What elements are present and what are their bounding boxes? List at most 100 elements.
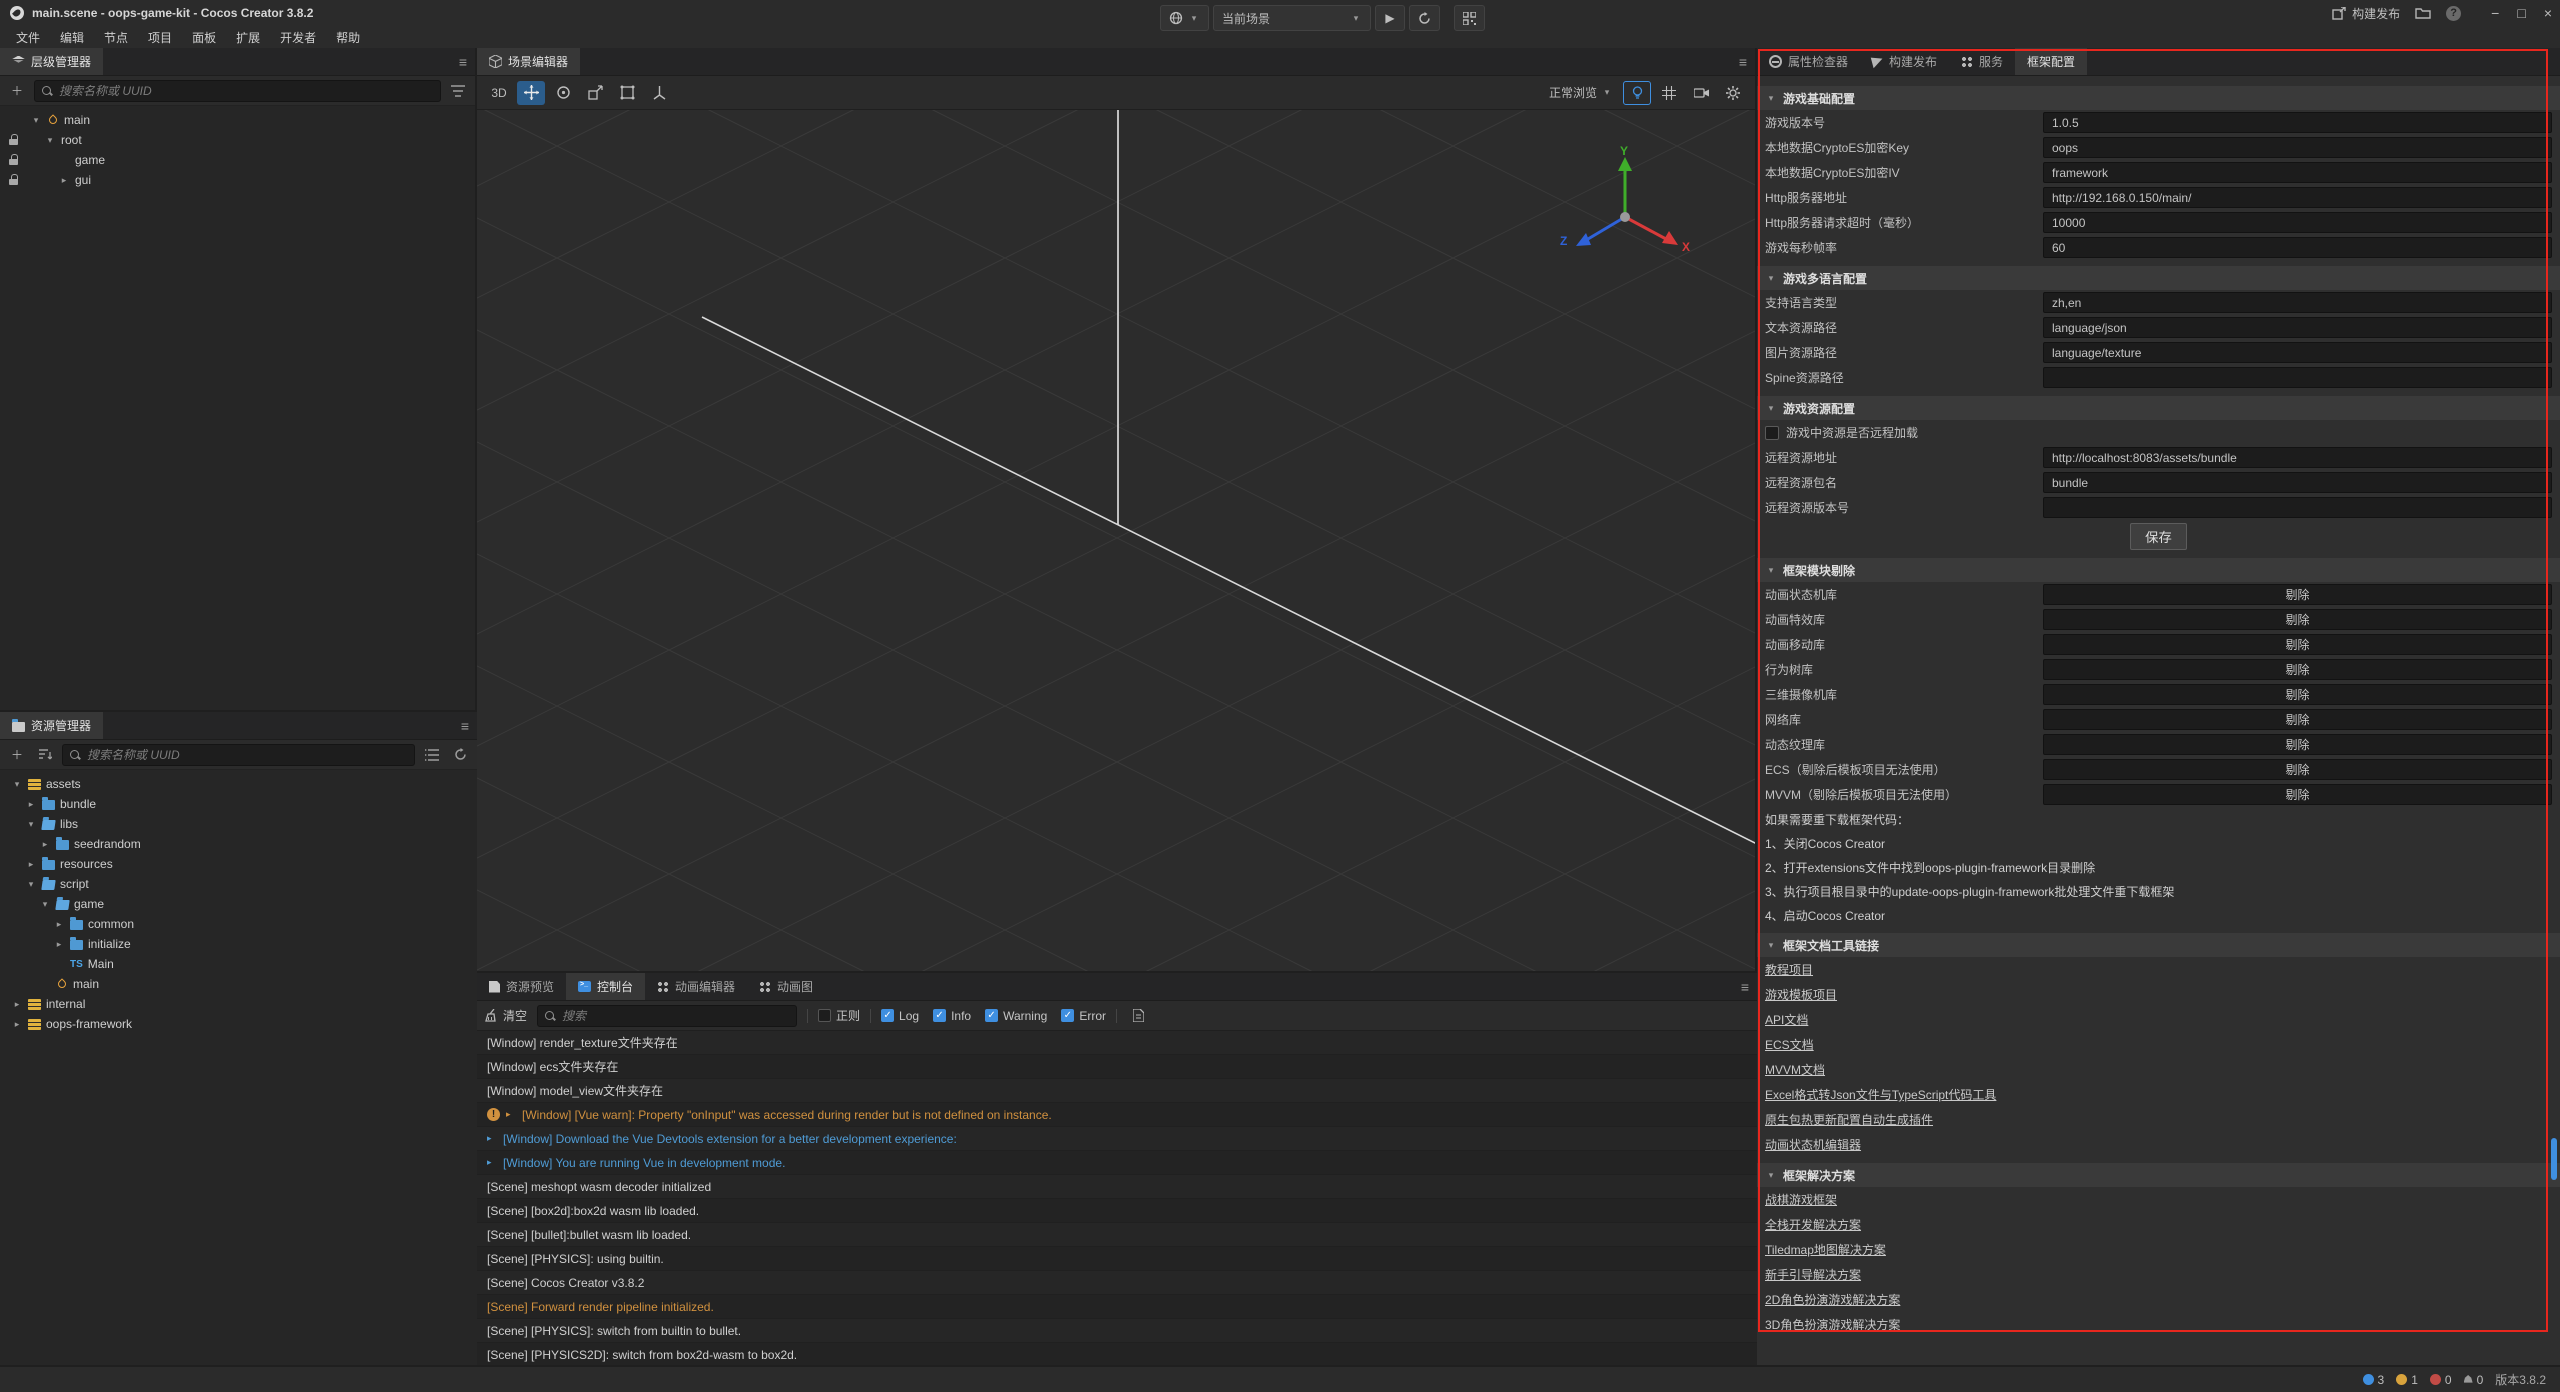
link-row[interactable]: 3D角色扮演游戏解决方案 [1757, 1312, 2560, 1337]
preview-qr-button[interactable] [1454, 5, 1485, 31]
log-row[interactable]: !▸[Window] [Vue warn]: Property "onInput… [477, 1103, 1757, 1127]
menu-项目[interactable]: 项目 [138, 26, 182, 48]
chevron-expanded-icon[interactable]: ▾ [25, 819, 37, 830]
log-row[interactable]: [Scene] Cocos Creator v3.8.2 [477, 1271, 1757, 1295]
refresh-assets-button[interactable] [449, 744, 471, 766]
clear-console-button[interactable]: 清空 [485, 1007, 527, 1024]
chevron-collapsed-icon[interactable]: ▸ [25, 799, 37, 810]
log-row[interactable]: [Scene] [PHYSICS2D]: switch from box2d-w… [477, 1343, 1757, 1365]
assets-filter-icon[interactable] [421, 744, 443, 766]
tree-node-oops-framework[interactable]: ▸oops-framework [0, 1014, 477, 1034]
menu-扩展[interactable]: 扩展 [226, 26, 270, 48]
chevron-expanded-icon[interactable]: ▾ [44, 135, 56, 146]
tab-属性检查器[interactable]: 属性检查器 [1757, 48, 1860, 75]
remove-module-button[interactable]: 剔除 [2043, 734, 2552, 755]
section-header-框架模块剔除[interactable]: ▾框架模块剔除 [1757, 558, 2560, 582]
tab-资源预览[interactable]: 资源预览 [477, 973, 566, 1000]
remove-module-button[interactable]: 剔除 [2043, 634, 2552, 655]
remove-module-button[interactable]: 剔除 [2043, 784, 2552, 805]
notification-count[interactable]: 0 [2464, 1373, 2484, 1387]
tree-node-root[interactable]: ▾root [0, 130, 475, 150]
remote-load-checkbox[interactable] [1765, 426, 1779, 440]
tab-动画编辑器[interactable]: 动画编辑器 [645, 973, 747, 1000]
menu-开发者[interactable]: 开发者 [270, 26, 326, 48]
field-input[interactable]: oops [2043, 137, 2552, 158]
log-row[interactable]: [Scene] [bullet]:bullet wasm lib loaded. [477, 1223, 1757, 1247]
log-expand-icon[interactable]: ▸ [506, 1109, 516, 1120]
panel-menu-icon[interactable]: ≡ [1741, 979, 1749, 995]
tree-node-gui[interactable]: ▸gui [0, 170, 475, 190]
field-input[interactable]: framework [2043, 162, 2552, 183]
chevron-collapsed-icon[interactable]: ▸ [11, 999, 23, 1010]
scale-tool-button[interactable] [581, 81, 609, 105]
link-row[interactable]: 游戏模板项目 [1757, 982, 2560, 1007]
chevron-expanded-icon[interactable]: ▾ [39, 899, 51, 910]
move-tool-button[interactable] [517, 81, 545, 105]
grid-toggle-button[interactable] [1655, 81, 1683, 105]
filter-info-checkbox[interactable]: ✓Info [933, 1009, 971, 1023]
link-row[interactable]: MVVM文档 [1757, 1057, 2560, 1082]
log-expand-icon[interactable]: ▸ [487, 1133, 497, 1144]
save-button[interactable]: 保存 [2130, 523, 2187, 550]
tree-node-Main[interactable]: TSMain [0, 954, 477, 974]
tree-node-main[interactable]: main [0, 974, 477, 994]
tab-hierarchy[interactable]: 层级管理器 [0, 48, 103, 75]
log-count[interactable]: 3 [2363, 1373, 2385, 1387]
sort-assets-button[interactable] [34, 744, 56, 766]
field-input[interactable] [2043, 497, 2552, 518]
link-row[interactable]: 新手引导解决方案 [1757, 1262, 2560, 1287]
remove-module-button[interactable]: 剔除 [2043, 659, 2552, 680]
menu-编辑[interactable]: 编辑 [50, 26, 94, 48]
link-row[interactable]: 全栈开发解决方案 [1757, 1212, 2560, 1237]
menu-文件[interactable]: 文件 [6, 26, 50, 48]
close-button[interactable]: × [2544, 5, 2552, 21]
tab-框架配置[interactable]: 框架配置 [2015, 48, 2087, 75]
chevron-expanded-icon[interactable]: ▾ [30, 115, 42, 126]
chevron-collapsed-icon[interactable]: ▸ [53, 939, 65, 950]
view-mode-select[interactable]: 正常浏览 ▾ [1543, 81, 1619, 105]
regex-checkbox[interactable]: 正则 [818, 1007, 860, 1024]
hierarchy-search-input[interactable] [59, 84, 434, 98]
axis-gizmo[interactable]: Y X Z [1550, 145, 1700, 285]
scene-viewport[interactable]: Y X Z [477, 110, 1755, 971]
menu-面板[interactable]: 面板 [182, 26, 226, 48]
field-input[interactable]: 10000 [2043, 212, 2552, 233]
tab-assets[interactable]: 资源管理器 [0, 712, 103, 739]
remove-module-button[interactable]: 剔除 [2043, 609, 2552, 630]
warning-count[interactable]: 1 [2396, 1373, 2418, 1387]
field-input[interactable] [2043, 367, 2552, 388]
log-row[interactable]: ▸[Window] Download the Vue Devtools exte… [477, 1127, 1757, 1151]
chevron-expanded-icon[interactable]: ▾ [11, 779, 23, 790]
chevron-collapsed-icon[interactable]: ▸ [53, 919, 65, 930]
panel-menu-icon[interactable]: ≡ [1739, 54, 1747, 70]
build-publish-button[interactable]: 构建发布 [2332, 5, 2400, 22]
section-header-框架解决方案[interactable]: ▾框架解决方案 [1757, 1163, 2560, 1187]
scene-settings-button[interactable] [1719, 81, 1747, 105]
assets-search[interactable] [62, 744, 415, 766]
link-row[interactable]: 动画状态机编辑器 [1757, 1132, 2560, 1157]
play-button[interactable]: ▶ [1375, 5, 1405, 31]
minimize-button[interactable]: − [2491, 5, 2499, 21]
tree-node-game[interactable]: ▾game [0, 894, 477, 914]
field-input[interactable]: zh,en [2043, 292, 2552, 313]
panel-menu-icon[interactable]: ≡ [461, 718, 469, 734]
scene-select[interactable]: 当前场景 ▾ [1213, 5, 1371, 31]
log-expand-icon[interactable]: ▸ [487, 1157, 497, 1168]
open-folder-button[interactable] [2414, 5, 2432, 21]
log-row[interactable]: [Window] render_texture文件夹存在 [477, 1031, 1757, 1055]
tree-node-assets[interactable]: ▾assets [0, 774, 477, 794]
tree-node-main[interactable]: ▾main [0, 110, 475, 130]
field-input[interactable]: 60 [2043, 237, 2552, 258]
chevron-collapsed-icon[interactable]: ▸ [11, 1019, 23, 1030]
log-row[interactable]: [Window] model_view文件夹存在 [477, 1079, 1757, 1103]
filter-log-checkbox[interactable]: ✓Log [881, 1009, 919, 1023]
link-row[interactable]: 原生包热更新配置自动生成插件 [1757, 1107, 2560, 1132]
log-row[interactable]: [Scene] [box2d]:box2d wasm lib loaded. [477, 1199, 1757, 1223]
chevron-collapsed-icon[interactable]: ▸ [58, 175, 70, 186]
lighting-toggle-button[interactable] [1623, 81, 1651, 105]
restart-button[interactable] [1409, 5, 1440, 31]
link-row[interactable]: Excel格式转Json文件与TypeScript代码工具 [1757, 1082, 2560, 1107]
chevron-collapsed-icon[interactable]: ▸ [39, 839, 51, 850]
help-button[interactable]: ? [2446, 6, 2461, 21]
tab-动画图[interactable]: 动画图 [747, 973, 825, 1000]
